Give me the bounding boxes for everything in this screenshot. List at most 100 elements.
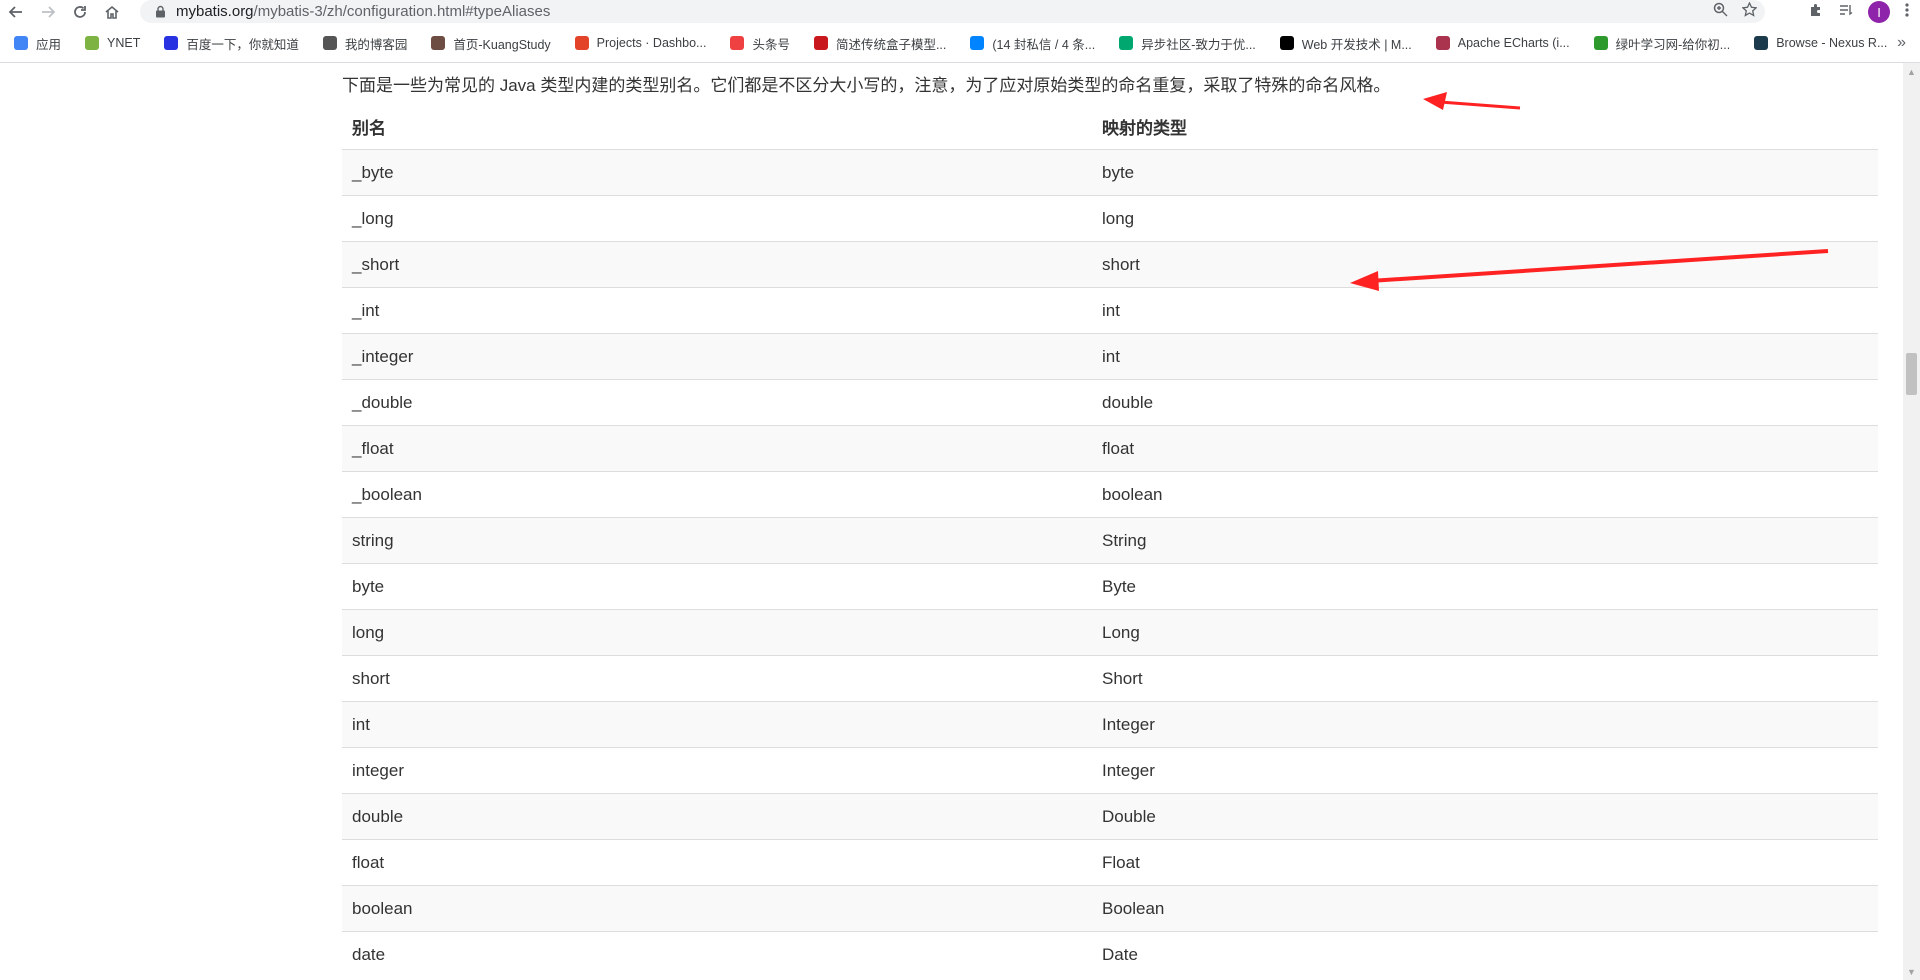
table-header-row: 别名 映射的类型: [342, 103, 1878, 150]
table-row: double Double: [342, 793, 1878, 840]
reload-icon[interactable]: [64, 0, 96, 24]
bookmark-label: Projects · Dashbo...: [596, 36, 707, 50]
bookmarks-bar: 应用 YNET 百度一下，你就知道 我的博客园 首页-KuangStudy Project…: [0, 24, 1920, 63]
table-row: boolean Boolean: [342, 885, 1878, 932]
mapped-type-cell: Boolean: [1092, 885, 1878, 932]
alias-cell: _short: [342, 241, 1092, 288]
bookmark-item[interactable]: 异步社区-致力于优...: [1105, 24, 1266, 62]
table-body: _byte byte _long long _short short _int int _int…: [342, 149, 1878, 977]
page-content: 下面是一些为常见的 Java 类型内建的类型别名。它们都是不区分大小写的，注意，…: [0, 63, 1903, 980]
echarts-icon: [1435, 36, 1450, 50]
bookmark-item[interactable]: Web 开发技术 | M...: [1266, 24, 1422, 62]
extensions-puzzle-icon[interactable]: [1808, 2, 1824, 23]
vertical-scrollbar[interactable]: ▲ ▼: [1903, 63, 1920, 980]
profile-avatar[interactable]: I: [1868, 1, 1890, 23]
bookmark-item[interactable]: 首页-KuangStudy: [417, 24, 560, 62]
alias-cell: _byte: [342, 149, 1092, 196]
table-row: string String: [342, 517, 1878, 564]
bookmark-label: Browse - Nexus R...: [1776, 36, 1888, 50]
bookmark-label: YNET: [107, 36, 141, 50]
reading-list-icon[interactable]: [1838, 2, 1854, 23]
bookmark-item[interactable]: YNET: [71, 24, 150, 62]
url-host: mybatis.org: [176, 3, 254, 20]
alias-cell: boolean: [342, 885, 1092, 932]
bookmark-item[interactable]: (14 封私信 / 4 条...: [956, 24, 1105, 62]
scroll-up-arrow-icon[interactable]: ▲: [1903, 63, 1920, 80]
scrollbar-thumb[interactable]: [1906, 353, 1917, 395]
table-row: _int int: [342, 287, 1878, 334]
table-row: _short short: [342, 241, 1878, 288]
zhihu-icon: [970, 36, 985, 50]
bookmark-label: (14 封私信 / 4 条...: [992, 37, 1096, 52]
table-row: _boolean boolean: [342, 471, 1878, 518]
bookmark-item[interactable]: Apache ECharts (i...: [1422, 24, 1580, 62]
alias-cell: float: [342, 839, 1092, 886]
forward-arrow-icon[interactable]: [32, 0, 64, 24]
alias-cell: date: [342, 931, 1092, 977]
bookmark-label: 头条号: [752, 37, 790, 52]
bookmark-item[interactable]: 百度一下，你就知道: [150, 24, 309, 62]
nexus-icon: [1754, 36, 1769, 50]
bookmark-label: 百度一下，你就知道: [186, 37, 299, 52]
mapped-type-cell: Byte: [1092, 563, 1878, 610]
bookmark-item[interactable]: 应用: [0, 24, 71, 62]
cnblogs-icon: [322, 36, 337, 50]
table-row: short Short: [342, 655, 1878, 702]
column-header-mapped-type: 映射的类型: [1092, 103, 1878, 150]
mapped-type-cell: Double: [1092, 793, 1878, 840]
bookmark-item[interactable]: 简述传统盒子模型...: [800, 24, 956, 62]
scroll-down-arrow-icon[interactable]: ▼: [1903, 963, 1920, 980]
table-row: _integer int: [342, 333, 1878, 380]
alias-cell: _boolean: [342, 471, 1092, 518]
lvyestudy-icon: [1593, 36, 1608, 50]
alias-cell: long: [342, 609, 1092, 656]
mapped-type-cell: short: [1092, 241, 1878, 288]
alias-cell: _double: [342, 379, 1092, 426]
home-icon[interactable]: [96, 0, 128, 24]
bookmark-item[interactable]: Projects · Dashbo...: [561, 24, 717, 62]
browser-toolbar: mybatis.org/mybatis-3/zh/configuration.h…: [0, 0, 1920, 24]
mapped-type-cell: Float: [1092, 839, 1878, 886]
star-bookmark-icon[interactable]: [1741, 1, 1758, 21]
mapped-type-cell: int: [1092, 287, 1878, 334]
alias-cell: _float: [342, 425, 1092, 472]
url-text: mybatis.org/mybatis-3/zh/configuration.h…: [176, 3, 550, 20]
zoom-icon[interactable]: [1713, 2, 1728, 21]
ynet-icon: [85, 36, 100, 50]
toutiao-icon: [730, 36, 745, 50]
alias-cell: _integer: [342, 333, 1092, 380]
table-row: _byte byte: [342, 149, 1878, 196]
table-row: integer Integer: [342, 747, 1878, 794]
bookmark-label: Web 开发技术 | M...: [1301, 37, 1412, 52]
bookmark-item[interactable]: 头条号: [716, 24, 800, 62]
bookmark-label: 我的博客园: [344, 37, 408, 52]
back-arrow-icon[interactable]: [0, 0, 32, 24]
alias-cell: string: [342, 517, 1092, 564]
alias-cell: int: [342, 701, 1092, 748]
mapped-type-cell: String: [1092, 517, 1878, 564]
alias-cell: _long: [342, 195, 1092, 242]
bookmark-label: 简述传统盒子模型...: [835, 37, 947, 52]
bookmark-item[interactable]: 绿叶学习网-给你初...: [1580, 24, 1741, 62]
baidu-paw-icon: [164, 36, 179, 50]
csdn-icon: [813, 36, 828, 50]
bookmark-label: 绿叶学习网-给你初...: [1615, 37, 1731, 52]
address-bar[interactable]: mybatis.org/mybatis-3/zh/configuration.h…: [140, 0, 1765, 23]
mapped-type-cell: Date: [1092, 931, 1878, 977]
table-row: _double double: [342, 379, 1878, 426]
bookmark-item[interactable]: 我的博客园: [309, 24, 418, 62]
more-bookmarks-chevron-icon[interactable]: »: [1897, 24, 1906, 62]
mapped-type-cell: byte: [1092, 149, 1878, 196]
bookmark-label: 首页-KuangStudy: [453, 37, 551, 52]
mapped-type-cell: Integer: [1092, 701, 1878, 748]
alias-cell: byte: [342, 563, 1092, 610]
table-row: int Integer: [342, 701, 1878, 748]
intro-paragraph: 下面是一些为常见的 Java 类型内建的类型别名。它们都是不区分大小写的，注意，…: [342, 76, 1391, 95]
table-row: long Long: [342, 609, 1878, 656]
menu-kebab-icon[interactable]: [1904, 2, 1910, 23]
lock-icon[interactable]: [152, 4, 168, 20]
mapped-type-cell: Short: [1092, 655, 1878, 702]
column-header-alias: 别名: [342, 103, 1092, 150]
bookmark-item[interactable]: Browse - Nexus R...: [1740, 24, 1897, 62]
bookmark-label: Apache ECharts (i...: [1457, 36, 1570, 50]
